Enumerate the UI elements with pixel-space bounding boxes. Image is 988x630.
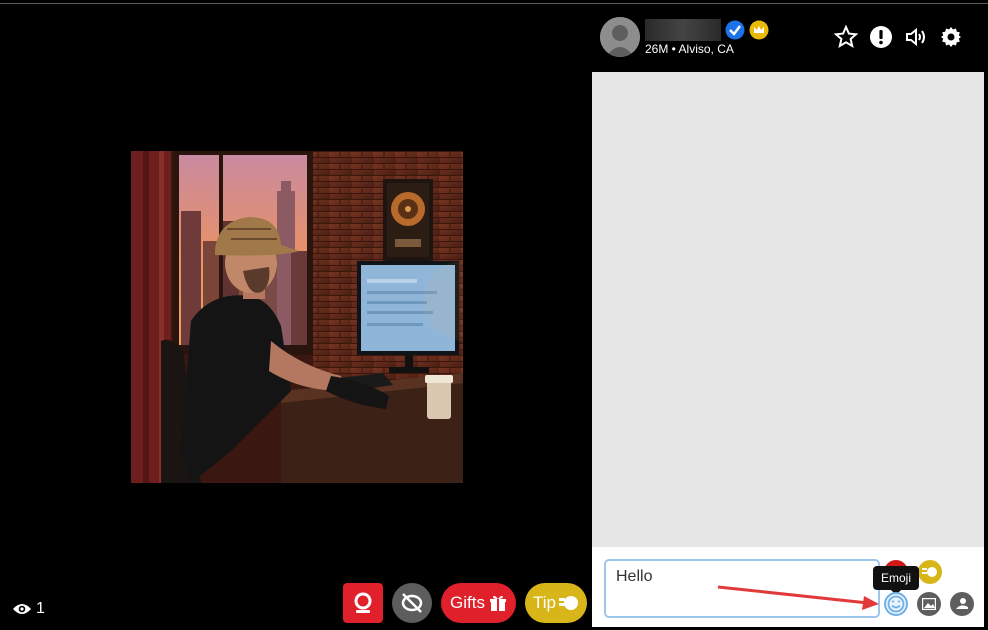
image-upload-button[interactable] [917,592,941,616]
camera-off-button[interactable] [392,583,432,623]
profile-share-button[interactable] [950,592,974,616]
tip-button[interactable]: Tip [525,583,587,623]
emoji-button[interactable] [884,592,908,616]
check-badge-icon [725,20,745,39]
smiley-icon [887,595,905,613]
eye-icon [13,604,31,614]
volume-button[interactable] [904,25,928,49]
gear-icon [941,27,961,47]
profile-header: 26M • Alviso, CA [600,17,769,57]
image-icon [922,598,936,610]
camera-off-icon [401,593,423,613]
message-input[interactable]: Hello [604,559,880,618]
crown-icon [749,20,769,39]
avatar[interactable] [600,17,640,57]
record-button[interactable] [343,583,383,623]
favorite-button[interactable] [834,25,858,49]
coins-icon [922,567,937,577]
pin-icon [354,592,372,613]
app-frame: 1 Gifts Tip 26M • Alviso, CA Hello Emoji [0,0,988,630]
gifts-label: Gifts [450,593,485,612]
report-button[interactable] [869,25,893,49]
volume-icon [906,27,925,47]
top-divider [0,3,988,4]
tip-coins-button[interactable] [918,560,942,584]
star-icon [834,25,858,49]
viewer-count-value: 1 [36,600,45,617]
emoji-tooltip: Emoji [873,566,920,595]
user-silhouette-icon [600,17,640,57]
user-icon [956,598,968,609]
coins-icon [559,596,578,610]
report-icon [870,26,892,48]
username-redacted [645,18,721,41]
chat-messages[interactable] [592,72,984,547]
profile-subline: 26M • Alviso, CA [645,41,734,56]
gifts-button[interactable]: Gifts [441,583,516,623]
name-row [645,18,769,41]
video-scene [131,151,463,483]
viewer-count: 1 [12,600,45,618]
tip-label: Tip [533,593,556,612]
settings-button[interactable] [939,25,963,49]
video-feed [131,151,463,483]
stream-controls: Gifts Tip [343,583,587,623]
gift-icon [489,595,506,611]
profile-info: 26M • Alviso, CA [645,18,769,56]
header-actions [834,25,963,49]
